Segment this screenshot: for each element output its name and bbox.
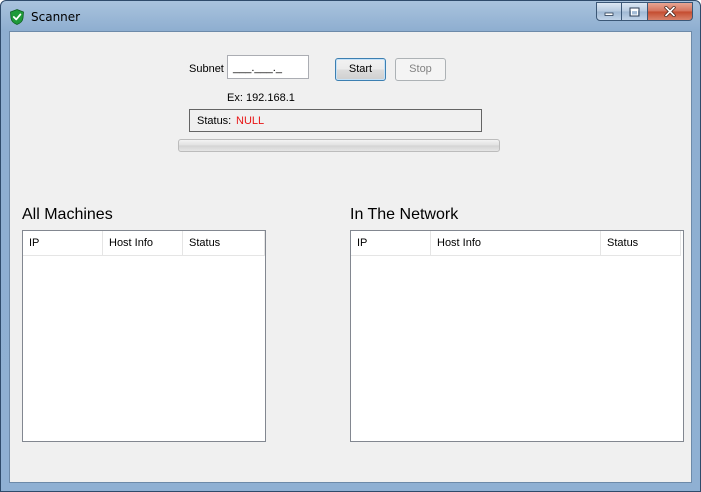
in-network-header: IP Host Info Status [351, 231, 681, 256]
minimize-button[interactable] [596, 2, 622, 21]
client-area: Subnet ___.___._ Start Stop Ex: 192.168.… [9, 31, 692, 483]
caption-buttons [596, 2, 693, 21]
column-header-status[interactable]: Status [601, 231, 681, 255]
close-icon [664, 6, 676, 17]
all-machines-title: All Machines [22, 206, 113, 223]
progress-bar [178, 139, 500, 152]
all-machines-header: IP Host Info Status [23, 231, 265, 256]
status-value: NULL [236, 115, 265, 127]
in-network-title: In The Network [350, 206, 459, 223]
scanner-window: Scanner Subnet ___.___._ Start Stop Ex: … [0, 0, 701, 492]
column-header-ip[interactable]: IP [23, 231, 103, 255]
all-machines-list[interactable]: IP Host Info Status [22, 230, 266, 442]
in-network-list[interactable]: IP Host Info Status [350, 230, 684, 442]
column-header-status[interactable]: Status [183, 231, 265, 255]
window-title: Scanner [31, 10, 81, 24]
subnet-label: Subnet [189, 63, 224, 75]
column-header-ip[interactable]: IP [351, 231, 431, 255]
maximize-button[interactable] [622, 2, 648, 21]
title-bar[interactable]: Scanner [1, 1, 700, 31]
status-label: Status: [197, 115, 232, 127]
maximize-icon [629, 7, 640, 16]
close-button[interactable] [648, 2, 693, 21]
subnet-example-text: Ex: 192.168.1 [227, 92, 295, 104]
start-button[interactable]: Start [335, 58, 386, 81]
shield-check-icon [10, 9, 24, 25]
stop-button[interactable]: Stop [395, 58, 446, 81]
subnet-input[interactable]: ___.___._ [227, 55, 309, 79]
status-box: Status: NULL [189, 109, 482, 132]
column-header-host-info[interactable]: Host Info [431, 231, 601, 255]
column-header-host-info[interactable]: Host Info [103, 231, 183, 255]
minimize-icon [604, 12, 614, 16]
